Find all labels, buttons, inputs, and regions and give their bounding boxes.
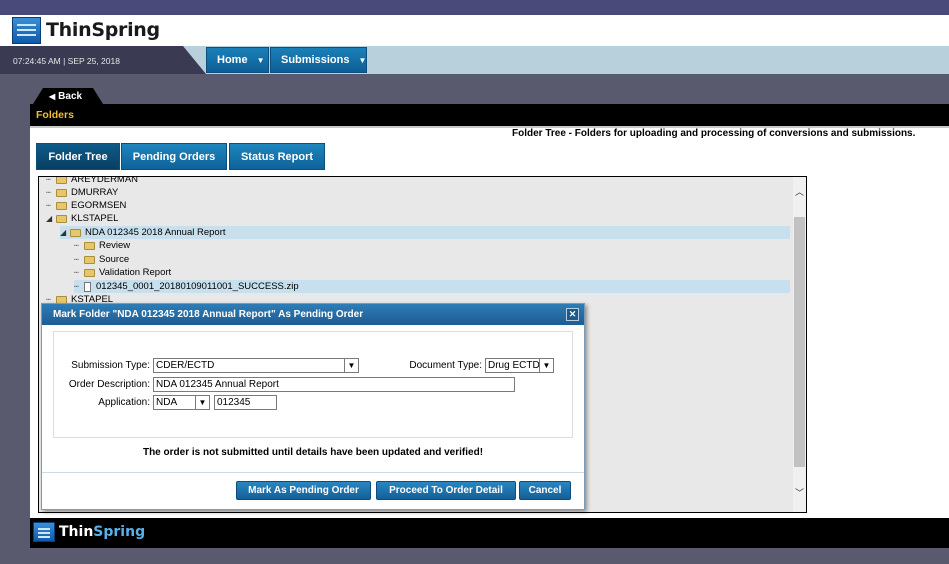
tab-pending-orders[interactable]: Pending Orders xyxy=(121,143,227,170)
nav-home-label: Home xyxy=(217,54,248,66)
tree-item-label: AREYDERMAN xyxy=(71,176,139,185)
expand-icon[interactable]: ◢ xyxy=(46,214,56,223)
folder-icon xyxy=(56,214,67,223)
tree-item[interactable]: ◢ KLSTAPEL xyxy=(46,212,118,225)
folder-icon xyxy=(56,188,67,197)
document-type-label: Document Type: xyxy=(409,360,482,371)
top-strip xyxy=(0,0,949,15)
chevron-down-icon: ▼ xyxy=(344,359,358,372)
tree-item-label: DMURRAY xyxy=(71,187,119,198)
application-number-value: 012345 xyxy=(217,397,251,408)
footer-logo-thin: Thin xyxy=(59,524,94,540)
pending-order-dialog: Mark Folder "NDA 012345 2018 Annual Repo… xyxy=(41,303,585,510)
bottom-strip xyxy=(0,548,949,564)
scroll-thumb[interactable] xyxy=(794,217,805,467)
order-description-input[interactable]: NDA 012345 Annual Report xyxy=(153,377,515,392)
tree-item[interactable]: ┄ DMURRAY xyxy=(46,186,118,199)
back-label: Back xyxy=(58,90,83,102)
app-header: ThinSpring xyxy=(0,15,949,46)
application-type-value: NDA xyxy=(156,397,178,408)
tree-item[interactable]: ┄ AREYDERMAN xyxy=(46,176,139,186)
back-arrow-icon: ◀ xyxy=(49,91,56,101)
proceed-order-detail-button[interactable]: Proceed To Order Detail xyxy=(376,481,516,500)
scroll-up-icon[interactable]: ︿ xyxy=(794,187,805,198)
warning-message: The order is not submitted until details… xyxy=(142,447,484,458)
tree-item[interactable]: ┄ Review xyxy=(74,239,130,252)
submission-type-value: CDER/ECTD xyxy=(156,360,215,371)
order-description-value: NDA 012345 Annual Report xyxy=(156,379,279,390)
dialog-title-bar: Mark Folder "NDA 012345 2018 Annual Repo… xyxy=(42,304,584,325)
tree-item-label: Validation Report xyxy=(99,267,172,278)
mark-pending-order-button[interactable]: Mark As Pending Order xyxy=(236,481,371,500)
nav-submissions-button[interactable]: Submissions ▼ xyxy=(270,47,367,73)
folder-icon xyxy=(70,228,81,237)
tree-item-label: Review xyxy=(99,240,131,251)
datetime-label: 07:24:45 AM | SEP 25, 2018 xyxy=(13,56,120,66)
logo-icon xyxy=(12,16,41,44)
cancel-button[interactable]: Cancel xyxy=(519,481,571,500)
document-type-value: Drug ECTD xyxy=(488,360,540,371)
submission-type-select[interactable]: CDER/ECTD ▼ xyxy=(153,358,359,373)
expand-icon[interactable]: ◢ xyxy=(60,228,70,237)
tree-item-label: EGORMSEN xyxy=(71,200,127,211)
section-title: Folders xyxy=(30,104,949,126)
back-button[interactable]: ◀ Back xyxy=(33,88,103,104)
document-type-select[interactable]: Drug ECTD ▼ xyxy=(485,358,554,373)
folder-icon xyxy=(56,177,67,184)
tab-status-report[interactable]: Status Report xyxy=(229,143,325,170)
app-footer xyxy=(30,518,949,548)
tree-item-label: 012345_0001_20180109011001_SUCCESS.zip xyxy=(96,281,299,292)
submission-type-label: Submission Type: xyxy=(71,360,150,371)
nav-home-button[interactable]: Home ▼ xyxy=(206,47,269,73)
tab-folder-tree[interactable]: Folder Tree xyxy=(36,143,120,170)
page-description: Folder Tree - Folders for uploading and … xyxy=(512,128,916,139)
dialog-title: Mark Folder "NDA 012345 2018 Annual Repo… xyxy=(53,309,364,320)
application-label: Application: xyxy=(98,397,150,408)
tree-item[interactable]: ┄ EGORMSEN xyxy=(46,199,126,212)
thinspring-logo: ThinSpring xyxy=(12,16,160,44)
logo-text-spring: Spring xyxy=(91,19,160,41)
scroll-down-icon[interactable]: ﹀ xyxy=(794,488,805,499)
tree-item-file[interactable]: ┄ 012345_0001_20180109011001_SUCCESS.zip xyxy=(74,280,790,293)
close-icon[interactable]: ✕ xyxy=(566,308,579,321)
tree-item[interactable]: ┄ Source xyxy=(74,253,129,266)
footer-logo: ThinSpring xyxy=(33,522,145,542)
chevron-down-icon: ▼ xyxy=(195,396,209,409)
folder-icon xyxy=(56,201,67,210)
nav-submissions-label: Submissions xyxy=(281,54,350,66)
footer-logo-icon xyxy=(33,522,55,542)
tree-item-selected[interactable]: ◢ NDA 012345 2018 Annual Report xyxy=(60,226,790,239)
tree-item-label: KLSTAPEL xyxy=(71,213,119,224)
zip-file-icon xyxy=(84,281,91,292)
tree-item[interactable]: ┄ Validation Report xyxy=(74,266,171,279)
folder-icon xyxy=(84,255,95,264)
chevron-down-icon: ▼ xyxy=(256,55,265,65)
tree-item-label: Source xyxy=(99,254,130,265)
tree-scrollbar[interactable]: ︿ ﹀ xyxy=(793,177,806,512)
order-description-label: Order Description: xyxy=(68,379,150,390)
logo-text-thin: Thin xyxy=(46,19,92,41)
folder-icon xyxy=(84,268,95,277)
footer-logo-spring: Spring xyxy=(93,524,146,540)
dialog-divider xyxy=(42,472,584,473)
application-type-select[interactable]: NDA ▼ xyxy=(153,395,210,410)
application-number-input[interactable]: 012345 xyxy=(214,395,277,410)
chevron-down-icon: ▼ xyxy=(358,55,367,65)
folder-icon xyxy=(84,241,95,250)
chevron-down-icon: ▼ xyxy=(539,359,553,372)
tree-item-label: NDA 012345 2018 Annual Report xyxy=(85,227,226,238)
